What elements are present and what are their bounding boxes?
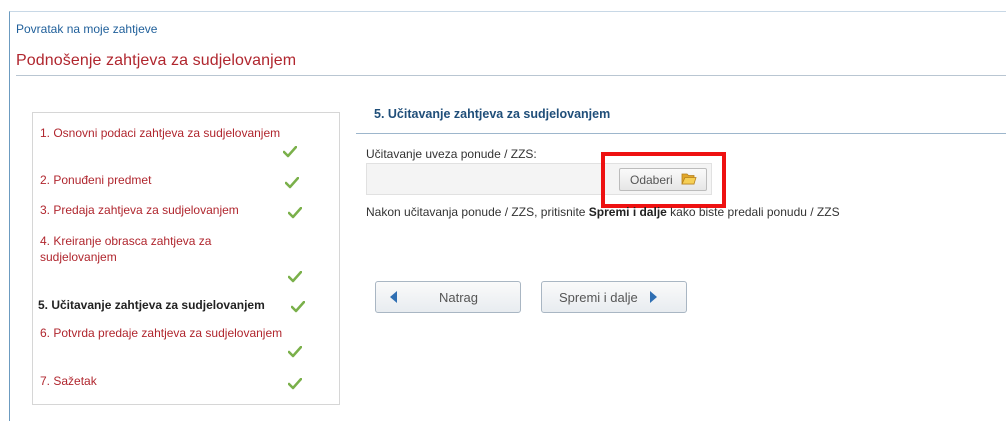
hint-text-after: kako biste predali ponudu / ZZS [666,205,840,219]
upload-label: Učitavanje uveza ponude / ZZS: [366,147,537,161]
step-4-label-line2: sudjelovanjem [40,250,117,264]
step-2-link[interactable]: 2. Ponuđeni predmet [40,172,151,188]
back-button[interactable]: Natrag [375,281,521,313]
step-5-link[interactable]: 5. Učitavanje zahtjeva za sudjelovanjem [38,297,265,313]
back-button-label: Natrag [439,289,479,305]
title-divider [16,75,1006,76]
section-divider [356,133,1006,134]
save-and-next-label: Spremi i dalje [559,289,638,305]
step-3-link[interactable]: 3. Predaja zahtjeva za sudjelovanjem [40,202,239,218]
checkmark-icon [291,301,305,313]
checkmark-icon [288,271,302,283]
checkmark-icon [285,177,299,189]
checkmark-icon [288,207,302,219]
step-4-label-line1: 4. Kreiranje obrasca zahtjeva za [40,234,212,248]
step-4-link[interactable]: 4. Kreiranje obrasca zahtjeva za sudjelo… [40,233,211,265]
step-7-link[interactable]: 7. Sažetak [40,373,97,389]
triangle-left-icon [390,291,397,303]
back-to-requests-link[interactable]: Povratak na moje zahtjeve [16,22,157,36]
checkmark-icon [288,378,302,390]
checkmark-icon [288,346,302,358]
hint-text-before: Nakon učitavanja ponude / ZZS, pritisnit… [366,205,589,219]
section-title: 5. Učitavanje zahtjeva za sudjelovanjem [374,107,611,121]
checkmark-icon [283,146,297,158]
save-and-next-button[interactable]: Spremi i dalje [541,281,687,313]
triangle-right-icon [649,291,657,303]
steps-panel: 1. Osnovni podaci zahtjeva za sudjelovan… [32,112,340,405]
highlight-annotation [601,152,726,208]
hint-text-bold: Spremi i dalje [588,205,667,219]
upload-hint: Nakon učitavanja ponude / ZZS, pritisnit… [366,205,840,219]
page-title: Podnošenje zahtjeva za sudjelovanjem [16,52,297,69]
step-6-link[interactable]: 6. Potvrda predaje zahtjeva za sudjelova… [40,325,282,341]
step-1-link[interactable]: 1. Osnovni podaci zahtjeva za sudjelovan… [40,125,280,141]
